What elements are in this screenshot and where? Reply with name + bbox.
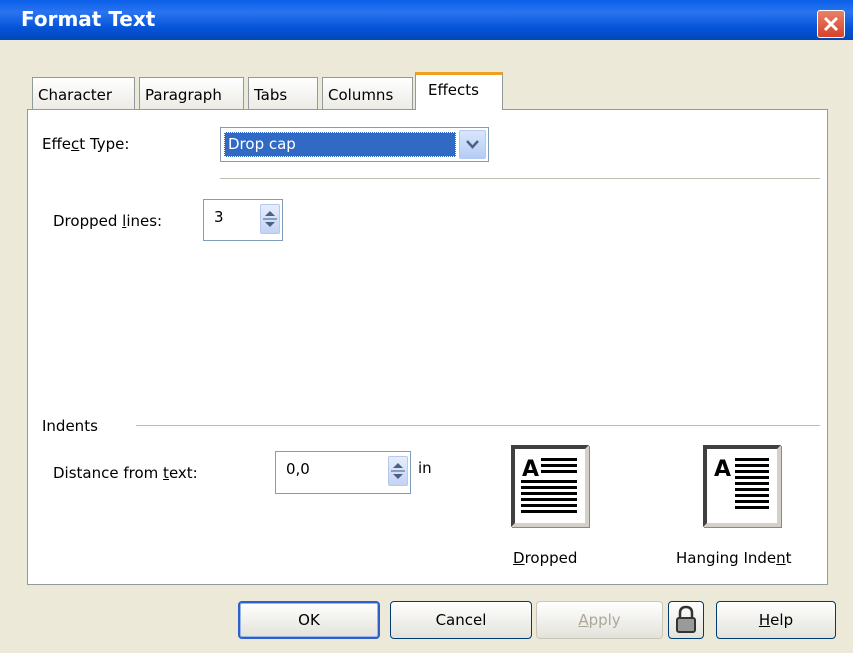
cancel-button[interactable]: Cancel bbox=[390, 601, 532, 639]
dropped-option[interactable]: A bbox=[511, 445, 589, 527]
apply-button[interactable]: Apply bbox=[536, 601, 663, 639]
spin-arrows-icon bbox=[391, 463, 405, 479]
dropped-option-label: Dropped bbox=[513, 549, 578, 567]
help-button[interactable]: Help bbox=[716, 601, 836, 639]
close-icon bbox=[823, 16, 839, 32]
effect-type-select[interactable]: Drop cap bbox=[220, 127, 489, 162]
hanging-indent-preview-icon: A bbox=[712, 455, 772, 517]
tab-character[interactable]: Character bbox=[32, 77, 135, 109]
lock-icon bbox=[676, 605, 696, 633]
effect-type-value: Drop cap bbox=[224, 132, 456, 157]
svg-text:A: A bbox=[714, 457, 731, 482]
dropped-cap-preview-icon: A bbox=[520, 455, 580, 517]
chevron-down-icon bbox=[466, 140, 479, 149]
lock-button[interactable] bbox=[668, 601, 704, 639]
spin-arrows-icon bbox=[263, 211, 277, 227]
hanging-indent-option-label: Hanging Indent bbox=[676, 549, 792, 567]
distance-spin-buttons[interactable] bbox=[388, 456, 408, 486]
dropped-lines-value: 3 bbox=[214, 208, 224, 226]
dropped-lines-spin-buttons[interactable] bbox=[260, 204, 280, 234]
indents-heading: Indents bbox=[42, 417, 98, 435]
svg-text:A: A bbox=[522, 457, 539, 482]
effect-type-label: Effect Type: bbox=[42, 135, 130, 153]
close-button[interactable] bbox=[817, 10, 845, 38]
distance-from-text-value: 0,0 bbox=[286, 460, 310, 478]
tab-columns[interactable]: Columns bbox=[322, 77, 413, 109]
tab-tabs[interactable]: Tabs bbox=[248, 77, 318, 109]
window-title: Format Text bbox=[21, 7, 156, 31]
dropdown-button[interactable] bbox=[459, 130, 486, 159]
tab-paragraph[interactable]: Paragraph bbox=[139, 77, 244, 109]
ok-button[interactable]: OK bbox=[238, 601, 380, 639]
tab-effects[interactable]: Effects bbox=[415, 72, 503, 110]
indents-divider bbox=[136, 425, 820, 426]
distance-unit-label: in bbox=[418, 459, 432, 477]
dropped-lines-label: Dropped lines: bbox=[53, 212, 163, 230]
distance-from-text-label: Distance from text: bbox=[53, 464, 198, 482]
dropped-lines-spinner[interactable]: 3 bbox=[203, 199, 283, 241]
title-bar: Format Text bbox=[0, 0, 853, 40]
hanging-indent-option[interactable]: A bbox=[703, 445, 781, 527]
distance-from-text-spinner[interactable]: 0,0 bbox=[275, 451, 411, 494]
effect-type-divider bbox=[220, 178, 820, 179]
